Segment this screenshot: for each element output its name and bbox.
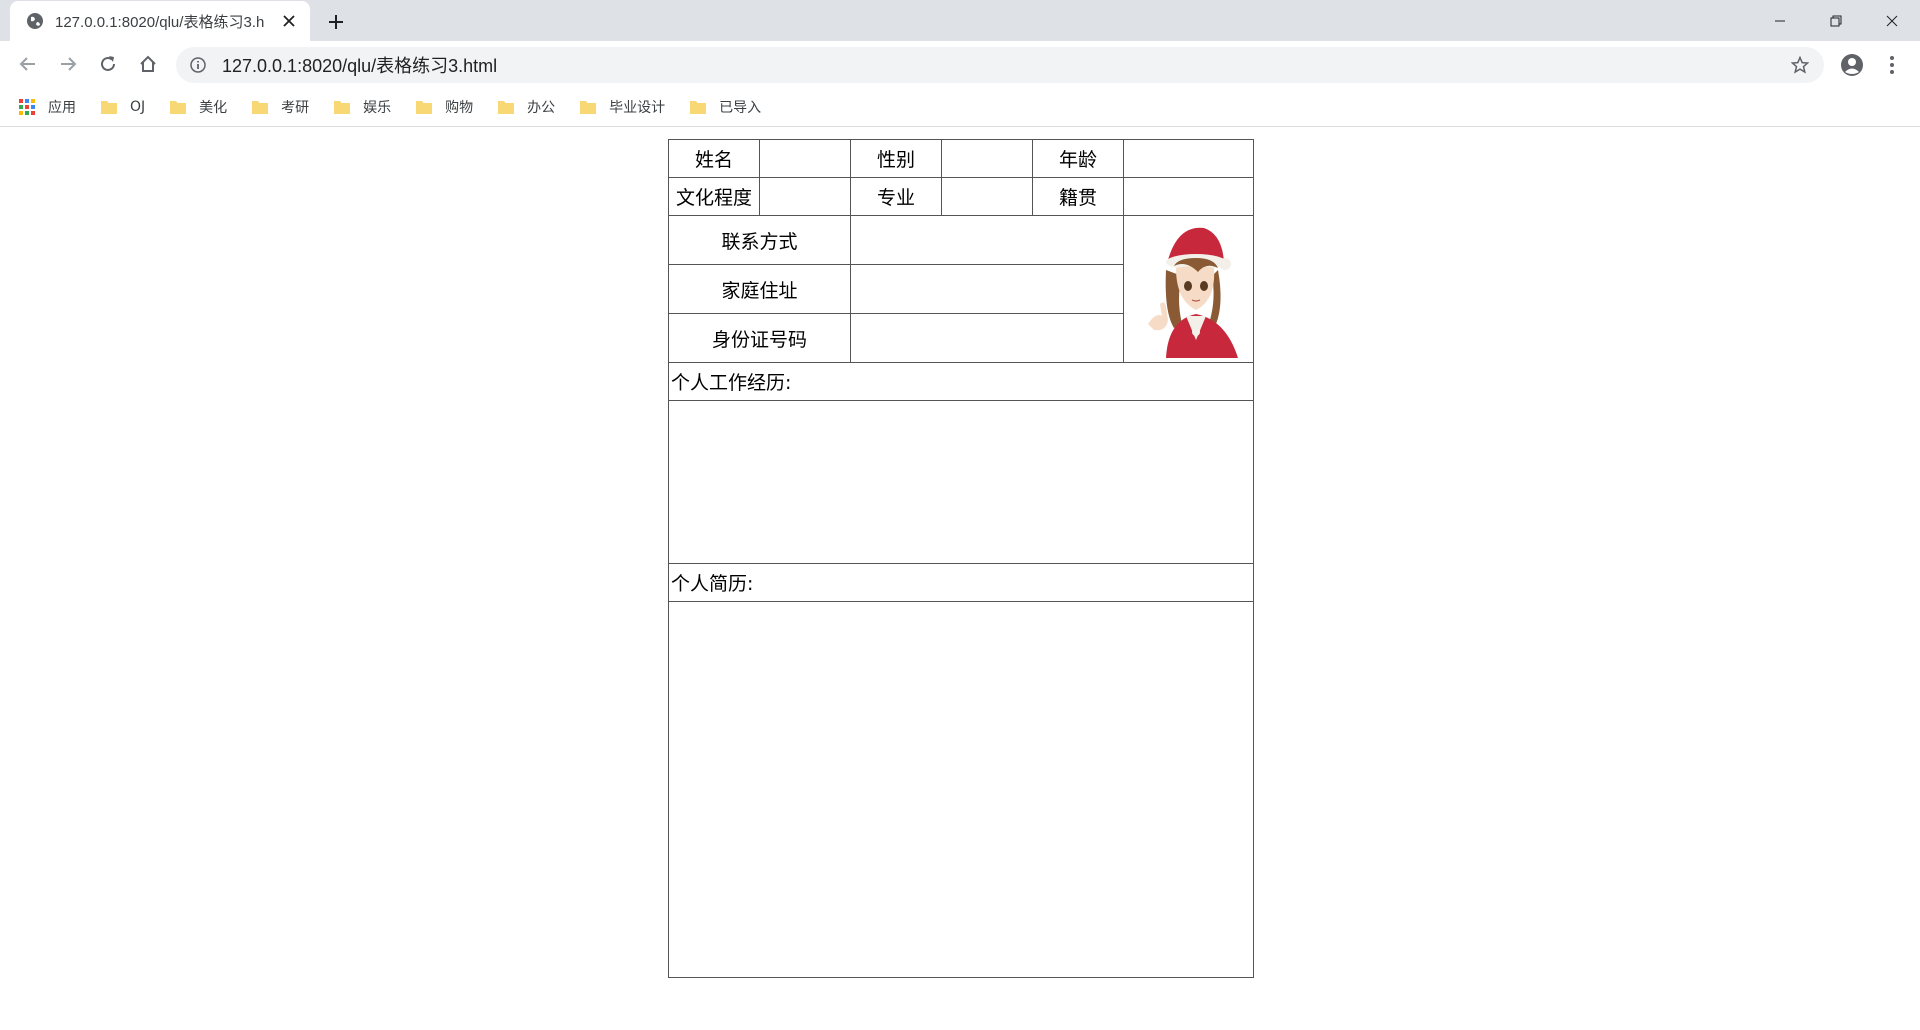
restore-icon <box>1830 15 1842 26</box>
address-bar[interactable]: 127.0.0.1:8020/qlu/表格练习3.html <box>176 47 1824 83</box>
forward-button[interactable] <box>50 46 86 82</box>
plus-icon <box>329 15 343 29</box>
close-tab-icon[interactable] <box>278 10 300 32</box>
close-icon <box>1886 15 1898 26</box>
bookmark-apps[interactable]: 应用 <box>18 93 86 121</box>
bio-cell <box>668 601 1254 978</box>
folder-icon <box>252 100 269 114</box>
tab-strip: 127.0.0.1:8020/qlu/表格练习3.h <box>0 0 1920 41</box>
info-icon[interactable] <box>188 55 208 75</box>
bookmark-label: 娱乐 <box>363 99 392 116</box>
bookmark-folder-biye[interactable]: 毕业设计 <box>579 93 675 121</box>
restore-button[interactable] <box>1808 0 1864 41</box>
contact-value-cell <box>850 215 1124 265</box>
profile-photo <box>1148 227 1238 358</box>
bookmark-folder-kaoyan[interactable]: 考研 <box>251 93 319 121</box>
table-row: 个人简历: <box>668 563 1254 602</box>
bookmark-label: 美化 <box>199 99 228 116</box>
folder-icon <box>334 100 351 114</box>
browser-toolbar: 127.0.0.1:8020/qlu/表格练习3.html <box>0 41 1920 87</box>
hometown-value-cell <box>1123 177 1254 216</box>
bookmark-label: 毕业设计 <box>609 99 666 116</box>
folder-icon <box>101 100 117 114</box>
page-content: 姓名 性别 年龄 文化程度 专业 籍贯 联系方式 家庭住址 身份证号码 个人工作… <box>0 128 1920 1030</box>
work-history-cell <box>668 400 1254 564</box>
table-row <box>668 601 1254 978</box>
globe-icon <box>27 13 43 29</box>
major-value-cell <box>941 177 1033 216</box>
minimize-icon <box>1775 20 1785 21</box>
url-text[interactable]: 127.0.0.1:8020/qlu/表格练习3.html <box>222 52 1784 78</box>
apps-grid-icon <box>19 98 35 115</box>
table-row: 姓名 性别 年龄 <box>668 139 1254 178</box>
contact-label: 联系方式 <box>668 215 851 265</box>
bookmark-label: OJ <box>130 98 146 115</box>
gender-label: 性别 <box>850 139 942 178</box>
browser-tab[interactable]: 127.0.0.1:8020/qlu/表格练习3.h <box>10 1 310 41</box>
arrow-left-icon <box>19 57 35 71</box>
major-label: 专业 <box>850 177 942 216</box>
profile-button[interactable] <box>1836 49 1868 81</box>
close-window-button[interactable] <box>1864 0 1920 41</box>
reload-button[interactable] <box>90 46 126 82</box>
window-controls <box>1752 0 1920 41</box>
bio-heading: 个人简历: <box>668 563 1254 602</box>
hometown-label: 籍贯 <box>1032 177 1124 216</box>
education-value-cell <box>759 177 851 216</box>
bookmark-folder-gouwu[interactable]: 购物 <box>415 93 483 121</box>
name-value-cell <box>759 139 851 178</box>
folder-icon <box>580 100 597 114</box>
arrow-right-icon <box>61 57 77 71</box>
bookmark-label: 考研 <box>281 99 310 116</box>
folder-icon <box>416 100 433 114</box>
folder-icon <box>690 100 707 114</box>
bookmark-folder-yule[interactable]: 娱乐 <box>333 93 401 121</box>
id-number-label: 身份证号码 <box>668 313 851 363</box>
address-label: 家庭住址 <box>668 264 851 314</box>
table-row: 联系方式 <box>668 215 1254 363</box>
gender-value-cell <box>941 139 1033 178</box>
folder-icon <box>170 100 187 114</box>
bookmark-folder-imported[interactable]: 已导入 <box>689 93 771 121</box>
address-value-cell <box>850 264 1124 314</box>
tab-title: 127.0.0.1:8020/qlu/表格练习3.h <box>55 13 265 31</box>
back-button[interactable] <box>10 46 46 82</box>
photo-cell <box>1123 215 1254 363</box>
home-icon <box>140 55 156 72</box>
folder-icon <box>498 100 515 114</box>
table-row: 个人工作经历: <box>668 362 1254 401</box>
bookmark-folder-oj[interactable]: OJ <box>100 93 155 121</box>
id-number-value-cell <box>850 313 1124 363</box>
bookmark-star-icon[interactable] <box>1784 49 1816 81</box>
new-tab-button[interactable] <box>322 8 350 36</box>
work-history-heading: 个人工作经历: <box>668 362 1254 401</box>
bookmark-label: 办公 <box>527 99 556 116</box>
age-label: 年龄 <box>1032 139 1124 178</box>
table-row <box>668 400 1254 564</box>
bookmarks-bar: 应用 OJ 美化 考研 娱乐 购物 办公 毕业设计 已导入 <box>0 87 1920 127</box>
bookmark-folder-bangong[interactable]: 办公 <box>497 93 565 121</box>
bookmark-label: 已导入 <box>719 99 762 116</box>
account-icon <box>1841 54 1863 76</box>
home-button[interactable] <box>130 46 166 82</box>
age-value-cell <box>1123 139 1254 178</box>
browser-menu-button[interactable] <box>1876 49 1908 81</box>
more-vertical-icon <box>1890 56 1894 74</box>
bookmark-label: 购物 <box>445 99 474 116</box>
table-row: 文化程度 专业 籍贯 <box>668 177 1254 216</box>
minimize-button[interactable] <box>1752 0 1808 41</box>
name-label: 姓名 <box>668 139 760 178</box>
education-label: 文化程度 <box>668 177 760 216</box>
bookmark-folder-meihua[interactable]: 美化 <box>169 93 237 121</box>
reload-icon <box>101 56 115 71</box>
resume-table: 姓名 性别 年龄 文化程度 专业 籍贯 联系方式 家庭住址 身份证号码 个人工作… <box>668 139 1254 978</box>
bookmark-label: 应用 <box>48 99 76 116</box>
